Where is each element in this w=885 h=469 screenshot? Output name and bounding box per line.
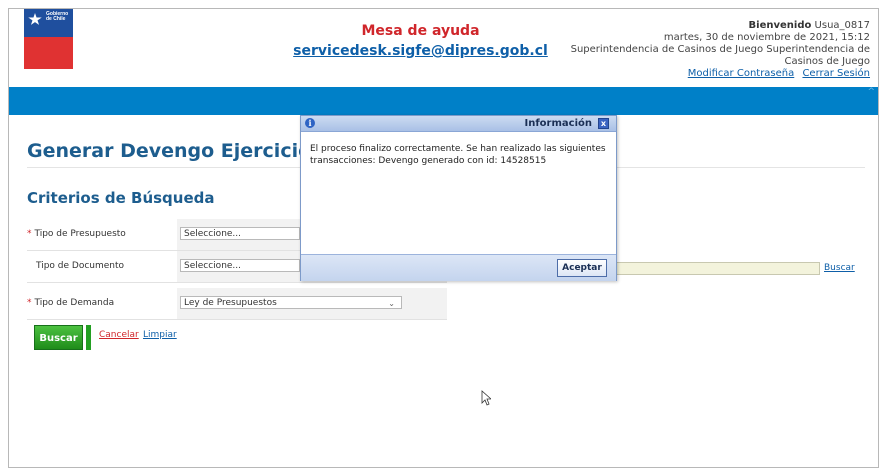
search-button[interactable]: Buscar	[34, 325, 83, 350]
date-time: martes, 30 de noviembre de 2021, 15:12	[663, 32, 870, 43]
account-links: Modificar Contraseña Cerrar Sesión	[550, 68, 870, 80]
navigation-bar: ^	[9, 87, 878, 115]
cancel-link[interactable]: Cancelar	[99, 330, 139, 340]
label-tipo-demanda: * Tipo de Demanda	[27, 288, 177, 319]
label-text: Tipo de Documento	[36, 261, 125, 271]
logout-link[interactable]: Cerrar Sesión	[802, 68, 870, 79]
tipo-presupuesto-value: Seleccione...	[184, 229, 242, 239]
dialog-footer: Aceptar	[301, 254, 616, 281]
app-frame: Gobierno de Chile Mesa de ayuda serviced…	[8, 8, 879, 468]
helpdesk-email-link[interactable]: servicedesk.sigfe@dipres.gob.cl	[289, 43, 552, 59]
section-title: Criterios de Búsqueda	[27, 189, 215, 207]
dialog-message: El proceso finalizo correctamente. Se ha…	[310, 144, 606, 166]
collapse-caret-icon[interactable]: ^	[867, 87, 875, 97]
label-text: Tipo de Demanda	[34, 298, 115, 308]
cell-tipo-demanda: Ley de Presupuestos ⌄	[177, 288, 447, 319]
gobierno-de-chile-logo[interactable]: Gobierno de Chile	[24, 9, 73, 69]
change-password-link[interactable]: Modificar Contraseña	[688, 68, 795, 79]
tipo-presupuesto-select[interactable]: Seleccione...	[180, 227, 300, 240]
user-info: Bienvenido Usua_0817 martes, 30 de novie…	[550, 20, 870, 80]
required-mark: *	[27, 298, 32, 308]
username: Usua_0817	[814, 20, 870, 31]
logo-text-line2: de Chile	[46, 16, 66, 22]
label-tipo-presupuesto: * Tipo de Presupuesto	[27, 219, 177, 250]
tipo-documento-value: Seleccione...	[184, 261, 242, 271]
required-mark: *	[27, 229, 32, 239]
mouse-pointer-icon	[481, 390, 491, 406]
logo-red-field	[24, 37, 73, 69]
clear-link[interactable]: Limpiar	[143, 330, 177, 340]
document-search-link[interactable]: Buscar	[824, 262, 855, 275]
chevron-down-icon: ⌄	[388, 299, 395, 308]
tipo-demanda-value: Ley de Presupuestos	[184, 298, 277, 308]
page-title: Generar Devengo Ejercicio An	[27, 140, 346, 162]
tipo-documento-select[interactable]: Seleccione...	[180, 259, 300, 272]
dialog-title-bar[interactable]: i Información x	[301, 116, 616, 132]
tipo-demanda-select[interactable]: Ley de Presupuestos ⌄	[180, 296, 402, 309]
organization-name: Superintendencia de Casinos de Juego Sup…	[570, 44, 870, 67]
row-tipo-demanda: * Tipo de Demanda Ley de Presupuestos ⌄	[27, 288, 447, 320]
label-tipo-documento: Tipo de Documento	[27, 251, 186, 282]
accept-button[interactable]: Aceptar	[557, 259, 607, 277]
welcome-line: Bienvenido Usua_0817	[550, 20, 870, 32]
info-icon: i	[305, 118, 315, 128]
logo-text: Gobierno de Chile	[46, 12, 68, 22]
close-icon[interactable]: x	[598, 118, 609, 129]
document-search-field[interactable]	[603, 262, 820, 275]
dialog-title: Información	[524, 118, 592, 129]
welcome-label: Bienvenido	[748, 20, 812, 31]
button-divider	[86, 325, 91, 350]
information-dialog: i Información x El proceso finalizo corr…	[300, 115, 617, 281]
helpdesk-title: Mesa de ayuda	[361, 23, 480, 39]
label-text: Tipo de Presupuesto	[34, 229, 126, 239]
